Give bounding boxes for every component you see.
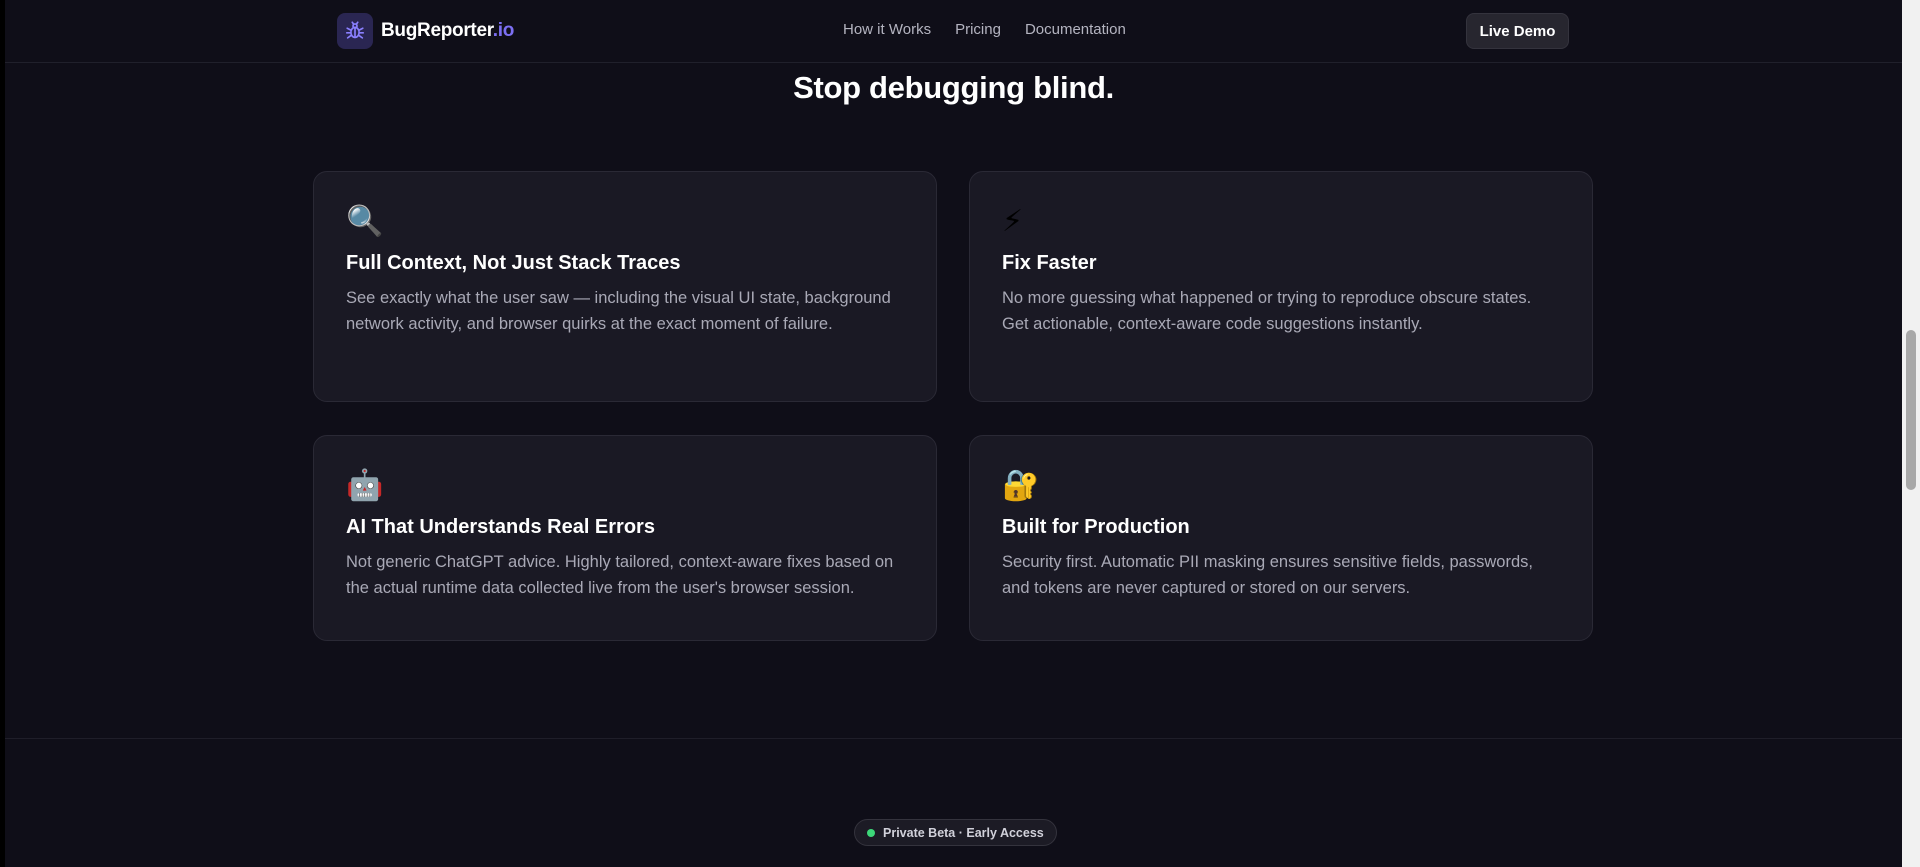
brand-name: BugReporter.io bbox=[381, 20, 514, 42]
nav-links: How it Works Pricing Documentation bbox=[843, 21, 1126, 38]
brand-name-main: BugReporter bbox=[381, 20, 493, 41]
feature-card-description: See exactly what the user saw — includin… bbox=[346, 289, 891, 333]
feature-card-full-context: 🔍 Full Context, Not Just Stack Traces Se… bbox=[313, 171, 937, 402]
live-demo-button[interactable]: Live Demo bbox=[1466, 13, 1569, 49]
nav-link-documentation[interactable]: Documentation bbox=[1025, 21, 1126, 38]
nav-link-pricing[interactable]: Pricing bbox=[955, 21, 1001, 38]
magnifier-icon: 🔍 bbox=[346, 205, 384, 238]
brand-logo-link[interactable]: BugReporter.io bbox=[337, 13, 514, 49]
lightning-icon: ⚡ bbox=[1002, 205, 1024, 238]
beta-badge: Private Beta · Early Access bbox=[854, 819, 1057, 846]
page-scrollbar[interactable] bbox=[1902, 0, 1920, 867]
feature-card-description: Security first. Automatic PII masking en… bbox=[1002, 553, 1533, 597]
feature-card-production: 🔐 Built for Production Security first. A… bbox=[969, 435, 1593, 641]
status-dot-icon bbox=[867, 828, 875, 837]
feature-card-description: No more guessing what happened or trying… bbox=[1002, 289, 1532, 333]
beta-badge-label: Private Beta · Early Access bbox=[883, 825, 1044, 840]
bug-icon bbox=[337, 13, 373, 49]
page: BugReporter.io How it Works Pricing Docu… bbox=[5, 0, 1902, 867]
feature-card-description: Not generic ChatGPT advice. Highly tailo… bbox=[346, 553, 894, 597]
feature-card-ai-errors: 🤖 AI That Understands Real Errors Not ge… bbox=[313, 435, 937, 641]
feature-card-title: Fix Faster bbox=[1002, 252, 1097, 274]
feature-card-title: Full Context, Not Just Stack Traces bbox=[346, 252, 681, 274]
section-heading: Stop debugging blind. bbox=[793, 70, 1114, 105]
scrollbar-thumb[interactable] bbox=[1906, 330, 1916, 490]
feature-card-title: Built for Production bbox=[1002, 516, 1190, 538]
navbar: BugReporter.io How it Works Pricing Docu… bbox=[5, 0, 1902, 63]
brand-name-suffix: .io bbox=[492, 20, 515, 41]
feature-card-title: AI That Understands Real Errors bbox=[346, 516, 655, 538]
section-divider bbox=[5, 738, 1902, 739]
feature-card-fix-faster: ⚡ Fix Faster No more guessing what happe… bbox=[969, 171, 1593, 402]
lock-icon: 🔐 bbox=[1002, 469, 1040, 502]
nav-link-how-it-works[interactable]: How it Works bbox=[843, 21, 931, 38]
robot-icon: 🤖 bbox=[346, 469, 384, 502]
